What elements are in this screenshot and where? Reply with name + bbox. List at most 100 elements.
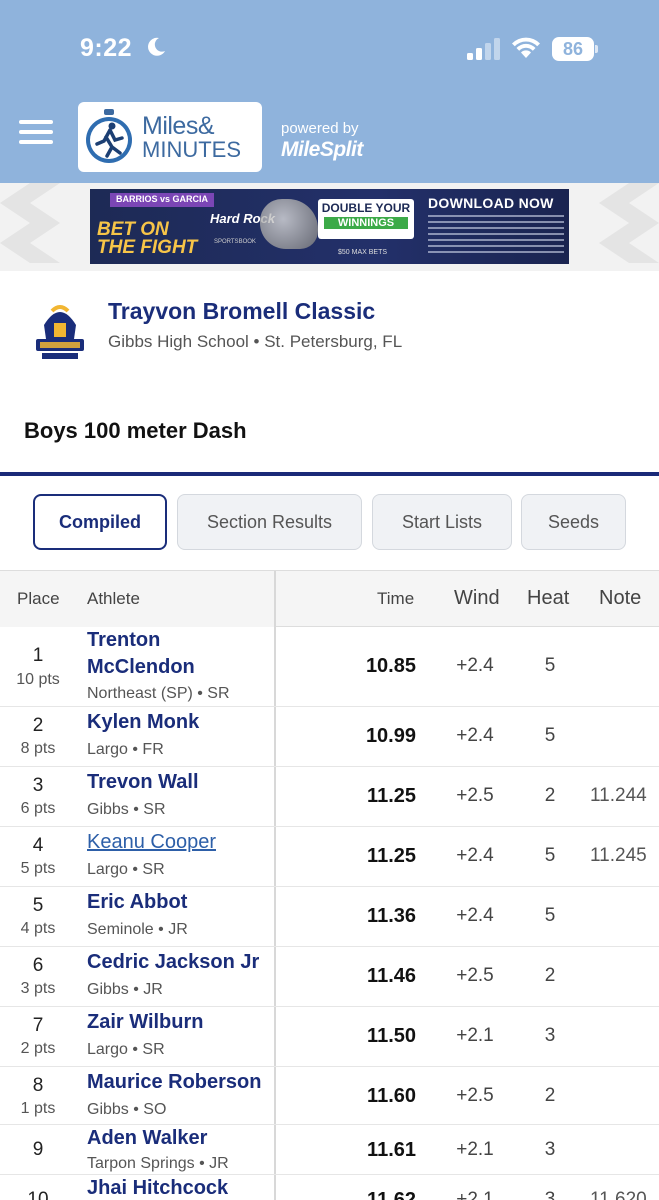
- event-title: Boys 100 meter Dash: [24, 418, 247, 443]
- result-wind: +2.1: [456, 1139, 494, 1160]
- athlete-name-link[interactable]: Trevon Wall: [87, 769, 272, 796]
- result-heat: 5: [544, 655, 556, 676]
- result-time: 10.85: [365, 655, 416, 677]
- boxing-glove-icon: [260, 199, 318, 249]
- athlete-name-link[interactable]: Kylen Monk: [87, 709, 272, 736]
- athlete-team: Northeast (SP) • SR: [87, 685, 230, 702]
- ad-bet-text: BET ON THE FIGHT: [97, 219, 198, 259]
- meet-location: Gibbs High School • St. Petersburg, FL: [108, 332, 403, 351]
- site-header: 9:22 86 Miles& MINUTES powered by MileSp…: [0, 0, 659, 183]
- result-time: 11.25: [367, 785, 416, 807]
- table-row: 2 8 pts Kylen Monk Largo • FR 10.99 +2.4…: [0, 707, 659, 767]
- result-heat: 2: [544, 1085, 556, 1106]
- row-place: 6: [32, 955, 44, 976]
- ad-double-winnings: DOUBLE YOUR WINNINGS: [318, 199, 414, 239]
- result-wind: +2.1: [456, 1025, 494, 1046]
- ad-banner[interactable]: BARRIOS vs GARCIA BET ON THE FIGHT Hard …: [90, 189, 569, 264]
- result-note: 11.244: [590, 785, 647, 806]
- athlete-name-link[interactable]: Aden Walker: [87, 1125, 272, 1152]
- ad-sportsbook: SPORTSBOOK: [214, 239, 256, 245]
- row-points: 3 pts: [20, 980, 56, 997]
- header-place[interactable]: Place: [17, 589, 60, 609]
- table-row: 1 10 pts Trenton McClendon Northeast (SP…: [0, 627, 659, 707]
- cellular-signal-icon: [467, 38, 500, 60]
- header-heat[interactable]: Heat: [527, 587, 569, 610]
- table-row: 3 6 pts Trevon Wall Gibbs • SR 11.25 +2.…: [0, 767, 659, 827]
- meet-title[interactable]: Trayvon Bromell Classic: [108, 298, 375, 325]
- header-athlete[interactable]: Athlete: [87, 589, 140, 609]
- ad-area: BARRIOS vs GARCIA BET ON THE FIGHT Hard …: [0, 183, 659, 271]
- header-time[interactable]: Time: [377, 589, 414, 609]
- header-note[interactable]: Note: [599, 587, 641, 610]
- wifi-icon: [512, 37, 540, 58]
- athlete-name-link[interactable]: Jhai Hitchcock: [87, 1175, 272, 1200]
- result-wind: +2.5: [456, 785, 494, 806]
- ad-download-now: DOWNLOAD NOW: [428, 195, 554, 211]
- athlete-team: Gibbs • JR: [87, 981, 163, 998]
- result-wind: +2.4: [456, 905, 494, 926]
- logo-line-2: MINUTES: [142, 136, 241, 162]
- powered-by[interactable]: powered by MileSplit: [281, 120, 363, 162]
- logo-line-1: Miles&: [142, 111, 215, 140]
- result-time: 10.99: [365, 725, 416, 747]
- gladiators-logo-icon: [36, 305, 84, 359]
- status-bar: 9:22 86: [0, 0, 659, 100]
- table-row: 9 Aden Walker Tarpon Springs • JR 11.61 …: [0, 1125, 659, 1175]
- result-wind: +2.5: [456, 1085, 494, 1106]
- row-place: 4: [32, 835, 44, 856]
- athlete-name-link[interactable]: Trenton McClendon: [87, 627, 272, 681]
- tab-seeds[interactable]: Seeds: [521, 494, 626, 550]
- row-points: 4 pts: [20, 920, 56, 937]
- row-place: 9: [32, 1139, 44, 1160]
- table-row: 5 4 pts Eric Abbot Seminole • JR 11.36 +…: [0, 887, 659, 947]
- results-table: Place Athlete Time Wind Heat Note 1 10 p…: [0, 570, 659, 1200]
- athlete-name-link[interactable]: Keanu Cooper: [87, 829, 272, 856]
- row-points: 2 pts: [20, 1040, 56, 1057]
- row-points: 6 pts: [20, 800, 56, 817]
- ad-fine-print: [428, 215, 564, 255]
- result-heat: 2: [544, 965, 556, 986]
- athlete-name-link[interactable]: Maurice Roberson: [87, 1069, 272, 1096]
- row-place: 7: [32, 1015, 44, 1036]
- row-points: 10 pts: [16, 671, 60, 688]
- row-place: 5: [32, 895, 44, 916]
- result-heat: 3: [544, 1189, 556, 1200]
- result-wind: +2.4: [456, 845, 494, 866]
- tab-compiled[interactable]: Compiled: [33, 494, 167, 550]
- row-place: 2: [32, 715, 44, 736]
- result-time: 11.36: [367, 905, 416, 927]
- table-row: 6 3 pts Cedric Jackson Jr Gibbs • JR 11.…: [0, 947, 659, 1007]
- site-logo[interactable]: Miles& MINUTES: [78, 102, 262, 172]
- athlete-team: Largo • SR: [87, 861, 165, 878]
- ad-barrios: BARRIOS vs GARCIA: [110, 193, 215, 207]
- table-header: Place Athlete Time Wind Heat Note: [0, 571, 659, 627]
- result-heat: 3: [544, 1139, 556, 1160]
- battery-indicator: 86: [552, 37, 598, 61]
- athlete-name-link[interactable]: Zair Wilburn: [87, 1009, 272, 1036]
- powered-by-label: powered by: [281, 120, 359, 137]
- result-heat: 5: [544, 845, 556, 866]
- tab-section-results[interactable]: Section Results: [177, 494, 362, 550]
- row-points: 1 pts: [20, 1100, 56, 1117]
- athlete-name-link[interactable]: Eric Abbot: [87, 889, 272, 916]
- row-place: 1: [32, 645, 44, 666]
- result-time: 11.50: [367, 1025, 416, 1047]
- result-heat: 5: [544, 905, 556, 926]
- athlete-team: Largo • FR: [87, 741, 164, 758]
- divider: [0, 472, 659, 476]
- header-wind[interactable]: Wind: [454, 587, 500, 610]
- result-note: 11.245: [590, 845, 647, 866]
- menu-icon[interactable]: [19, 120, 53, 148]
- athlete-name-link[interactable]: Cedric Jackson Jr: [87, 949, 272, 976]
- row-points: 8 pts: [20, 740, 56, 757]
- row-place: 8: [32, 1075, 44, 1096]
- athlete-team: Gibbs • SO: [87, 1101, 167, 1118]
- result-time: 11.60: [367, 1085, 416, 1107]
- result-wind: +2.4: [456, 725, 494, 746]
- tab-start-lists[interactable]: Start Lists: [372, 494, 512, 550]
- result-time: 11.25: [367, 845, 416, 867]
- athlete-team: Gibbs • SR: [87, 801, 166, 818]
- athlete-team: Seminole • JR: [87, 921, 188, 938]
- milesplit-logo: MileSplit: [281, 138, 363, 161]
- result-time: 11.46: [367, 965, 416, 987]
